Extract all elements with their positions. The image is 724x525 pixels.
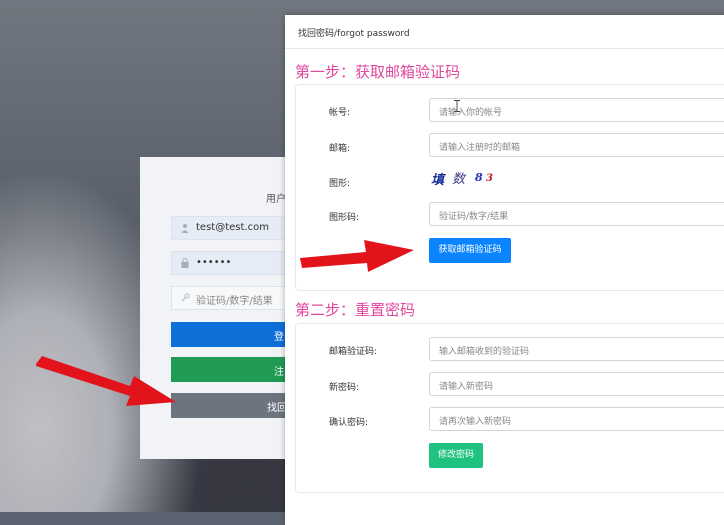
password-value: •••••• <box>196 257 232 268</box>
account-placeholder: 请输入你的帐号 <box>439 108 503 118</box>
captcha-code-label: 图形码: <box>329 213 360 223</box>
new-password-label: 新密码: <box>329 383 360 393</box>
email-code-label: 邮箱验证码: <box>329 347 378 357</box>
captcha-char-3: 8 <box>475 171 483 184</box>
register-button-label: 注 <box>274 367 284 378</box>
email-code-input[interactable]: 输入邮箱收到的验证码 <box>429 337 724 361</box>
username-value: test@test.com <box>196 222 269 233</box>
text-cursor-icon <box>454 100 460 112</box>
modal-title: 找回密码/forgot password <box>298 29 410 39</box>
get-email-code-button[interactable]: 获取邮箱验证码 <box>429 238 511 263</box>
login-title: 用户 <box>266 194 286 205</box>
captcha-char-4: 3 <box>486 173 493 184</box>
user-icon <box>181 223 189 233</box>
email-code-placeholder: 输入邮箱收到的验证码 <box>439 347 530 357</box>
captcha-char-2: 数 <box>452 172 466 187</box>
login-button-label: 登 <box>274 332 284 343</box>
forgot-password-label: 找回 <box>267 403 287 414</box>
email-placeholder: 请输入注册时的邮箱 <box>439 143 521 153</box>
red-arrow-icon <box>36 356 176 406</box>
captcha-char-1: 填 <box>431 173 445 188</box>
email-label: 邮箱: <box>329 144 351 154</box>
new-password-placeholder: 请输入新密码 <box>439 382 494 392</box>
account-label: 帐号: <box>329 108 351 118</box>
captcha-code-input[interactable]: 验证码/数字/结果 <box>429 202 724 226</box>
captcha-label: 图形: <box>329 179 351 189</box>
login-captcha-placeholder: 验证码/数字/结果 <box>196 296 273 307</box>
step2-title: 第二步：重置密码 <box>295 301 416 319</box>
confirm-password-label: 确认密码: <box>329 418 369 428</box>
captcha-image[interactable]: 填 数 8 3 <box>429 167 505 191</box>
modal-header: 找回密码/forgot password <box>285 15 724 49</box>
step1-title: 第一步：获取邮箱验证码 <box>295 63 461 81</box>
red-arrow-icon <box>300 240 414 272</box>
key-icon <box>181 293 190 303</box>
new-password-input[interactable]: 请输入新密码 <box>429 372 724 396</box>
confirm-password-placeholder: 请再次输入新密码 <box>439 417 512 427</box>
lock-icon <box>181 258 189 268</box>
confirm-password-input[interactable]: 请再次输入新密码 <box>429 407 724 431</box>
account-input[interactable]: 请输入你的帐号 <box>429 98 724 122</box>
email-input[interactable]: 请输入注册时的邮箱 <box>429 133 724 157</box>
change-password-button[interactable]: 修改密码 <box>429 443 483 468</box>
captcha-code-placeholder: 验证码/数字/结果 <box>439 212 509 222</box>
step2-panel: 邮箱验证码: 输入邮箱收到的验证码 新密码: 请输入新密码 确认密码: 请再次输… <box>295 323 724 493</box>
